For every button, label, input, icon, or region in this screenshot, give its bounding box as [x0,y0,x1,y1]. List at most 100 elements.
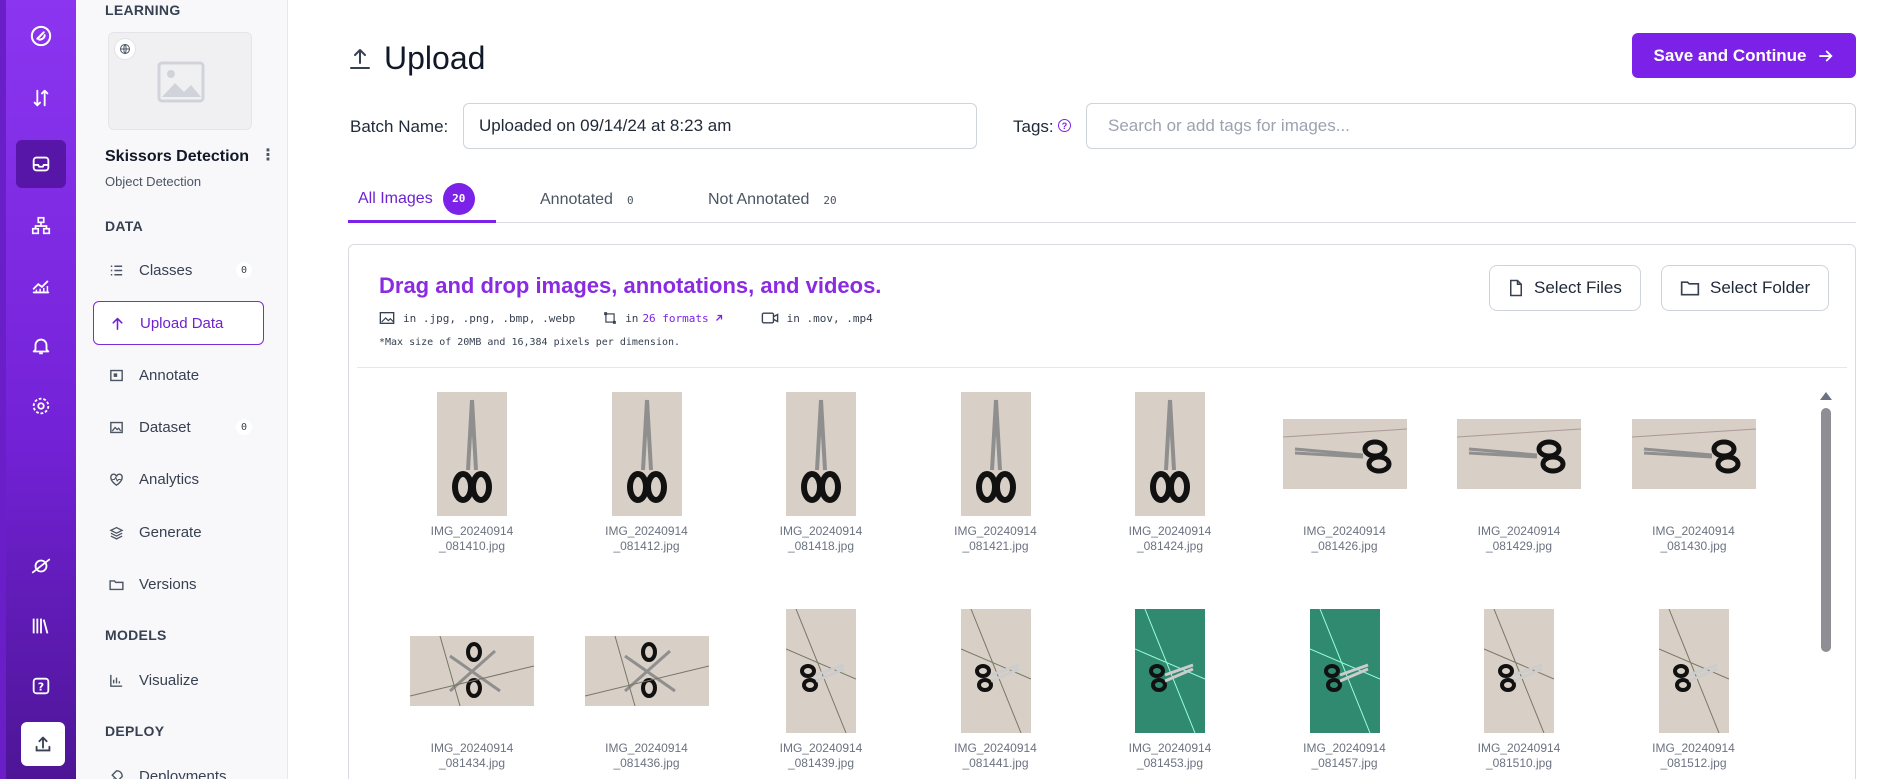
image-filename: IMG_20240914 _081441.jpg [921,741,1071,771]
image-icon [110,421,123,433]
inbox-icon[interactable] [16,140,66,188]
video-icon [761,312,778,324]
logo-icon[interactable] [16,12,66,60]
help-icon[interactable]: ? [16,662,66,710]
tab-not-annotated[interactable]: Not Annotated 20 [708,177,837,223]
image-frame [410,392,534,516]
sidebar-item-upload-data[interactable]: Upload Data [93,301,264,345]
folder-icon [109,579,124,590]
image-filename: IMG_20240914 _081412.jpg [572,524,722,554]
scissors-photo [410,636,534,706]
filename-line-2: _081441.jpg [962,756,1029,770]
bounding-box-icon [604,312,617,324]
sidebar-item-label: Versions [139,575,197,593]
save-and-continue-button[interactable]: Save and Continue [1632,33,1856,78]
image-frame [1631,392,1756,516]
dropzone-title: Drag and drop images, annotations, and v… [379,273,882,298]
image-frame [759,392,883,516]
filename-line-1: IMG_20240914 [1477,741,1561,755]
filename-line-2: _081412.jpg [613,539,680,553]
filename-line-1: IMG_20240914 [1652,741,1735,755]
section-learning: LEARNING [105,2,181,18]
scrollbar-thumb[interactable] [1821,408,1831,652]
video-formats-text: in .mov, .mp4 [786,311,873,325]
page-title-text: Upload [384,40,486,76]
project-name: Skissors Detection [105,148,250,165]
sidebar-item-versions[interactable]: Versions [93,562,264,606]
external-link-icon[interactable] [713,312,725,324]
tab-annotated[interactable]: Annotated 0 [540,177,634,223]
layers-icon [109,526,124,540]
tags-help-icon[interactable]: ? [1058,119,1071,132]
chart-icon[interactable] [16,262,66,310]
image-filename: IMG_20240914 _081512.jpg [1619,741,1769,771]
project-thumbnail[interactable] [108,32,252,130]
max-size-note: *Max size of 20MB and 16,384 pixels per … [379,337,681,348]
annotation-formats-link[interactable]: 26 formats [642,312,708,325]
sidebar-item-generate[interactable]: Generate [93,510,264,554]
image-filename: IMG_20240914 _081429.jpg [1444,524,1594,554]
sidebar-item-analytics[interactable]: Analytics [93,457,264,501]
filename-line-2: _081430.jpg [1660,539,1727,553]
image-placeholder-icon [157,61,205,108]
image-filename: IMG_20240914 _081453.jpg [1095,741,1245,771]
image-filename: IMG_20240914 _081426.jpg [1270,524,1420,554]
scissors-photo [611,392,682,516]
filename-line-1: IMG_20240914 [605,741,688,755]
workflow-icon[interactable] [16,202,66,250]
filename-line-1: IMG_20240914 [430,524,514,538]
filename-line-2: _081418.jpg [787,539,855,553]
filename-line-1: IMG_20240914 [1477,524,1561,538]
filename-line-1: IMG_20240914 [1652,524,1735,538]
tab-count-badge: 20 [823,193,837,207]
globe-icon [115,39,135,59]
project-type: Object Detection [105,174,202,189]
filename-line-1: IMG_20240914 [1128,524,1212,538]
project-sidebar: LEARNING Skissors Detection ⋮ Object Det… [76,0,288,779]
sidebar-item-classes[interactable]: Classes 0 [93,248,264,292]
image-frame [585,392,709,516]
filename-line-1: IMG_20240914 [430,741,514,755]
image-frame [934,392,1058,516]
sidebar-item-label: Dataset [139,418,191,436]
app-root: ? LEARNING Skissors Detection ⋮ Object D… [0,0,1899,779]
select-folder-button[interactable]: Select Folder [1661,265,1830,311]
tags-label: Tags: [1013,117,1054,136]
main-content: Upload Save and Continue Batch Name: Tag… [288,0,1899,779]
upload-title-icon [350,48,370,69]
library-icon[interactable] [16,602,66,650]
scissors-photo [437,392,507,516]
upload-icon[interactable] [21,722,65,766]
kebab-menu-icon[interactable]: ⋮ [260,148,276,164]
bell-icon[interactable] [16,322,66,370]
select-files-label: Select Files [1534,278,1622,297]
select-files-button[interactable]: Select Files [1489,265,1641,311]
sidebar-item-label: Classes [139,261,193,279]
sort-icon[interactable] [16,74,66,122]
image-frame [1457,609,1581,733]
icon-rail: ? [0,0,76,779]
filename-line-1: IMG_20240914 [779,524,863,538]
arrow-up-icon [112,317,123,330]
scissors-photo [786,609,856,733]
section-data: DATA [105,218,144,234]
image-filename: IMG_20240914 _081430.jpg [1619,524,1769,554]
batch-name-input[interactable] [463,103,977,149]
tab-all-images[interactable]: All Images 20 [348,177,496,223]
sidebar-item-deployments[interactable]: Deployments [93,754,264,779]
filename-line-2: _081510.jpg [1485,756,1553,770]
planet-icon[interactable] [16,542,66,590]
filename-line-2: _081436.jpg [613,756,680,770]
filename-line-2: _081439.jpg [787,756,855,770]
sidebar-item-label: Deployments [139,767,227,779]
gear-icon[interactable] [16,382,66,430]
sidebar-item-dataset[interactable]: Dataset 0 [93,405,264,449]
tags-input[interactable] [1086,103,1856,149]
sidebar-item-annotate[interactable]: Annotate [93,353,264,397]
upload-dropzone[interactable]: Drag and drop images, annotations, and v… [348,244,1856,779]
sidebar-item-visualize[interactable]: Visualize [93,658,264,702]
scissors-photo [1457,419,1581,489]
image-filename: IMG_20240914 _081457.jpg [1270,741,1420,771]
scroll-up-arrow[interactable] [1820,392,1832,400]
scissors-photo [1484,609,1554,733]
